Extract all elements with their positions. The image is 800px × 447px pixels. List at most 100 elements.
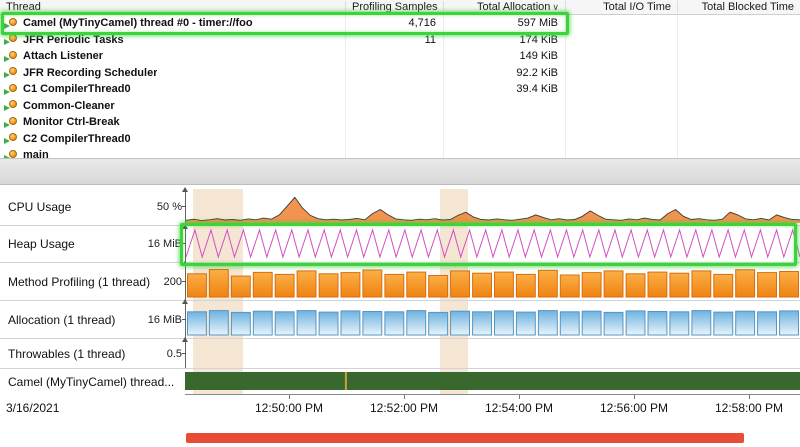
io-cell [565,15,677,32]
table-row[interactable]: Attach Listener 149 KiB [0,48,800,65]
timeline-graph[interactable] [185,263,800,300]
allocation-cell: 39.4 KiB [443,81,565,98]
col-header-total-allocation[interactable]: Total Allocation∨ [443,1,565,13]
io-cell [565,65,677,82]
timeline-row-scale: 0.5 [164,348,182,360]
allocation-cell: 597 MiB [443,15,565,32]
timeline-row: Allocation (1 thread) 16 MiB [0,301,800,339]
table-row[interactable]: C2 CompilerThread0 [0,131,800,148]
timeline-graph[interactable] [185,301,800,338]
table-header: Thread Profiling Samples Total Allocatio… [0,0,800,15]
timeline-row: Heap Usage 16 MiB [0,226,800,263]
timeline-graph[interactable] [185,226,800,262]
timeline-row: Camel (MyTinyCamel) thread... [0,369,800,394]
timeline-row-label[interactable]: CPU Usage [8,200,71,214]
blocked-cell [677,98,800,115]
sort-desc-icon: ∨ [552,2,559,12]
time-axis: 3/16/2021 12:50:00 PM 12:52:00 PM 12:54:00… [0,395,800,421]
timeline-graph[interactable] [185,189,800,225]
time-tick-label: 12:50:00 PM [255,401,323,415]
thread-name: Monitor Ctrl-Break [23,116,120,128]
thread-cell: Attach Listener [0,48,345,65]
table-row[interactable]: Camel (MyTinyCamel) thread #0 - timer://… [0,15,800,32]
col-header-thread[interactable]: Thread [0,1,345,13]
timeline-row-left: Heap Usage 16 MiB [0,226,185,262]
thread-cell: JFR Periodic Tasks [0,32,345,49]
allocation-cell [443,114,565,131]
thread-icon [4,51,18,62]
timeline-row: CPU Usage 50 % [0,189,800,226]
thread-cell: C1 CompilerThread0 [0,81,345,98]
timeline-rows: CPU Usage 50 % Heap Usage 16 MiB Method … [0,185,800,394]
table-row[interactable]: Common-Cleaner [0,98,800,115]
table-row[interactable]: main [0,147,800,158]
io-cell [565,147,677,158]
col-header-total-io-time[interactable]: Total I/O Time [565,1,677,13]
thread-cell: Monitor Ctrl-Break [0,114,345,131]
samples-cell: 11 [345,32,443,49]
thread-name: Camel (MyTinyCamel) thread #0 - timer://… [23,17,253,29]
time-tick-label: 12:52:00 PM [370,401,438,415]
time-tick-label: 12:54:00 PM [485,401,553,415]
thread-icon [4,84,18,95]
col-header-profiling-samples[interactable]: Profiling Samples [345,1,443,13]
thread-name: Attach Listener [23,50,103,62]
profiler-window: Thread Profiling Samples Total Allocatio… [0,0,800,446]
allocation-cell [443,147,565,158]
thread-icon [4,133,18,144]
samples-cell: 4,716 [345,15,443,32]
time-tick-label: 12:58:00 PM [715,401,783,415]
blocked-cell [677,147,800,158]
samples-cell [345,114,443,131]
thread-icon [4,18,18,29]
table-row[interactable]: JFR Periodic Tasks 11 174 KiB [0,32,800,49]
timeline-panel: CPU Usage 50 % Heap Usage 16 MiB Method … [0,184,800,446]
timeline-row-label[interactable]: Heap Usage [8,237,75,251]
timeline-row-scale: 16 MiB [145,238,182,250]
table-row[interactable]: C1 CompilerThread0 39.4 KiB [0,81,800,98]
io-cell [565,98,677,115]
timeline-graph[interactable] [185,369,800,394]
timeline-row-scale: 50 % [154,201,182,213]
timeline-row-label[interactable]: Method Profiling (1 thread) [8,275,150,289]
thread-name: C1 CompilerThread0 [23,83,131,95]
thread-icon [4,34,18,45]
blocked-cell [677,48,800,65]
blocked-cell [677,114,800,131]
col-header-total-blocked-time[interactable]: Total Blocked Time [677,1,800,13]
timeline-row-scale: 200 [161,276,182,288]
timeline-row-label[interactable]: Allocation (1 thread) [8,313,115,327]
timeline-row-left: Method Profiling (1 thread) 200 [0,263,185,300]
timeline-row-scale: 16 MiB [145,314,182,326]
samples-cell [345,81,443,98]
table-row[interactable]: JFR Recording Scheduler 92.2 KiB [0,65,800,82]
thread-cell: JFR Recording Scheduler [0,65,345,82]
time-axis-baseline [185,394,800,395]
timeline-row-left: CPU Usage 50 % [0,189,185,225]
timeline-row-label[interactable]: Throwables (1 thread) [8,347,125,361]
date-label: 3/16/2021 [6,401,59,415]
thread-cell: main [0,147,345,158]
thread-name: Common-Cleaner [23,100,115,112]
allocation-cell [443,131,565,148]
panel-divider [0,158,800,184]
time-tick-mark [289,395,290,399]
thread-cell: C2 CompilerThread0 [0,131,345,148]
timeline-graph[interactable] [185,339,800,368]
timeline-row-label[interactable]: Camel (MyTinyCamel) thread... [8,375,174,389]
samples-cell [345,48,443,65]
timeline-row: Throwables (1 thread) 0.5 [0,339,800,369]
blocked-cell [677,65,800,82]
timeline-scrollbar[interactable] [186,433,744,443]
col-header-total-allocation-label: Total Allocation [477,1,550,13]
time-tick-label: 12:56:00 PM [600,401,668,415]
timeline-row: Method Profiling (1 thread) 200 [0,263,800,301]
time-tick-mark [634,395,635,399]
time-tick-mark [519,395,520,399]
table-row[interactable]: Monitor Ctrl-Break [0,114,800,131]
thread-table-body: Camel (MyTinyCamel) thread #0 - timer://… [0,15,800,158]
thread-name: main [23,149,49,158]
threads-table: Thread Profiling Samples Total Allocatio… [0,0,800,158]
samples-cell [345,131,443,148]
timeline-row-left: Camel (MyTinyCamel) thread... [0,369,185,394]
